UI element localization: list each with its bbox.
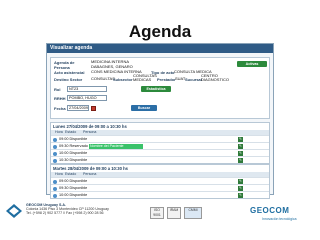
agenda-window: Visualizar agenda Agenda de MEDICINA INT…: [46, 43, 274, 199]
company-logo-icon: [6, 204, 22, 218]
slot-row[interactable]: 10:30 Disponible ✎: [51, 156, 269, 163]
destino-value: CONSULTAS: [91, 76, 115, 81]
slot-status-icon: [53, 137, 57, 142]
slot-row[interactable]: 10:00 Disponible ✎: [51, 191, 269, 198]
window-title: Visualizar agenda: [47, 44, 273, 53]
brand-tagline: Innovación tecnológica: [262, 217, 297, 221]
cert-badge: IRAM: [167, 207, 181, 219]
subsector-label: Subsector: [113, 77, 133, 82]
day-block-tuesday: Martes 28/04/2009 de 09:00 a 10:30 hs Ho…: [50, 164, 270, 199]
rol-select[interactable]: NT23: [67, 86, 107, 92]
footer-phone: Tel. (+598 2) 902 5777 // Fax (+598 2) 9…: [26, 211, 104, 216]
sucursal-value: CENTRO DIAGNOSTICO: [201, 73, 230, 83]
acto-label: Acto asistencial: [54, 70, 85, 75]
slot-status-icon: [53, 151, 57, 156]
slot-status-icon: [53, 144, 57, 149]
prestador-label: Prestador: [157, 77, 176, 82]
slot-text: 10:00 Disponible: [59, 193, 88, 197]
buscar-button[interactable]: Buscar: [131, 105, 157, 111]
slot-status-icon: [53, 179, 57, 184]
slot-text: 10:30 Disponible: [59, 158, 88, 162]
slot-row[interactable]: 09:00 Disponible ✎: [51, 177, 269, 184]
destino-label: Destino Sector: [54, 77, 83, 82]
slot-row[interactable]: 10:00 Disponible ✎: [51, 149, 269, 156]
day-title: Martes 28/04/2009 de 09:00 a 10:30 hs: [53, 166, 128, 171]
calendar-icon[interactable]: [91, 105, 96, 111]
patient-name[interactable]: Nombre del Paciente: [89, 143, 143, 149]
slot-row[interactable]: 09:30 Reservado Nombre del Paciente ✎: [51, 142, 269, 149]
slot-row[interactable]: 09:00 Disponible ✎: [51, 135, 269, 142]
slot-status-icon: [53, 158, 57, 163]
slot-row[interactable]: 09:30 Disponible ✎: [51, 184, 269, 191]
edit-icon[interactable]: ✎: [238, 193, 243, 198]
day-title: Lunes 27/04/2009 de 09:00 a 10:30 hs: [53, 124, 127, 129]
col-hora: Hora: [55, 130, 63, 134]
day-block-monday: Lunes 27/04/2009 de 09:00 a 10:30 hs Hor…: [50, 122, 270, 164]
activas-button[interactable]: Activas: [237, 61, 267, 67]
brand-logo: GEOCOM: [250, 206, 290, 215]
rol-label: Rol: [54, 87, 61, 92]
slot-status-icon: [53, 186, 57, 191]
footer: GEOCOM Uruguay S.A. Colonia 1436 Piso 3 …: [0, 200, 320, 240]
estadistica-button[interactable]: Estadística: [141, 86, 171, 92]
slot-status-icon: [53, 193, 57, 198]
rrhh-label: RRHH: [54, 96, 66, 101]
fecha-input[interactable]: 27/04/2009: [67, 105, 89, 111]
cert-badge: ISO 9001: [150, 207, 164, 219]
rrhh-select[interactable]: POMBO, HUGO: [67, 95, 107, 101]
page-title: Agenda: [128, 22, 192, 41]
sucursal-label: Sucursal: [185, 77, 202, 82]
edit-icon[interactable]: ✎: [238, 158, 243, 163]
footer-contact: GEOCOM Uruguay S.A. Colonia 1436 Piso 3 …: [26, 203, 136, 216]
fecha-label: Fecha: [54, 106, 66, 111]
subsector-value: CONSULTAS MEDICAS: [133, 73, 157, 83]
cert-badge: CMMI: [184, 207, 202, 219]
col-hora: Hora: [55, 172, 63, 176]
prestador-value: SUAT: [175, 76, 186, 81]
agenda-info-panel: Agenda de MEDICINA INTERNA Persona DABAG…: [50, 57, 270, 119]
